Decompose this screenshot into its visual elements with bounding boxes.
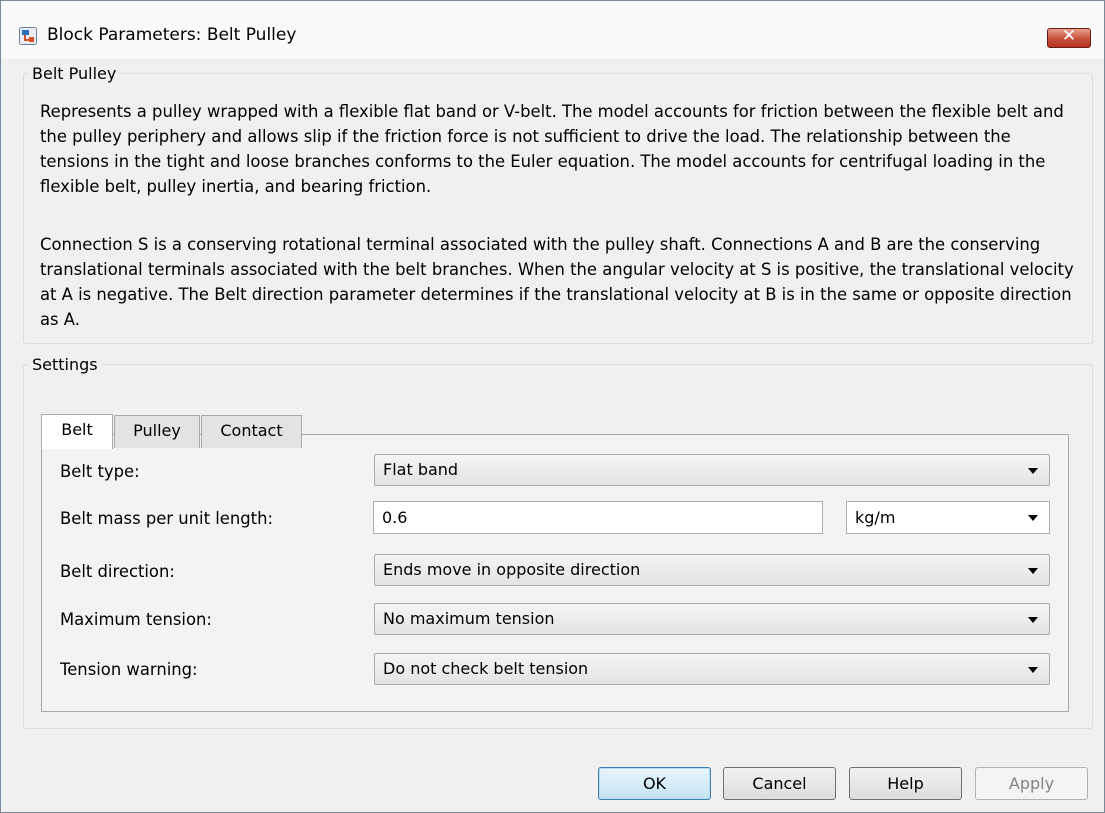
belt-mass-value: 0.6	[382, 508, 408, 527]
title-bar: Block Parameters: Belt Pulley ✕	[1, 1, 1104, 59]
tab-belt-label: Belt	[61, 420, 93, 439]
chevron-down-icon	[1028, 515, 1038, 521]
tension-warning-value: Do not check belt tension	[383, 659, 589, 678]
cancel-button[interactable]: Cancel	[723, 767, 836, 800]
max-tension-label: Maximum tension:	[60, 610, 212, 629]
chevron-down-icon	[1028, 468, 1038, 474]
belt-mass-unit-value: kg/m	[855, 508, 896, 527]
tab-pulley[interactable]: Pulley	[114, 415, 200, 448]
ok-button[interactable]: OK	[598, 767, 711, 800]
chevron-down-icon	[1028, 568, 1038, 574]
close-icon: ✕	[1061, 26, 1077, 46]
chevron-down-icon	[1028, 667, 1038, 673]
block-description-paragraph-2: Connection S is a conserving rotational …	[40, 235, 1074, 329]
max-tension-value: No maximum tension	[383, 609, 555, 628]
simulink-block-icon	[19, 27, 37, 45]
belt-direction-dropdown[interactable]: Ends move in opposite direction	[374, 554, 1050, 586]
belt-mass-label: Belt mass per unit length:	[60, 509, 273, 528]
block-description-paragraph-1: Represents a pulley wrapped with a flexi…	[40, 102, 1064, 196]
tension-warning-label: Tension warning:	[60, 660, 198, 679]
belt-direction-label: Belt direction:	[60, 562, 175, 581]
tab-pulley-label: Pulley	[133, 421, 181, 440]
settings-group-title: Settings	[32, 355, 98, 374]
window-title: Block Parameters: Belt Pulley	[47, 25, 297, 45]
belt-direction-value: Ends move in opposite direction	[383, 560, 641, 579]
chevron-down-icon	[1028, 617, 1038, 623]
belt-mass-unit-dropdown[interactable]: kg/m	[846, 501, 1050, 534]
tab-contact[interactable]: Contact	[201, 415, 302, 448]
block-parameters-dialog: Block Parameters: Belt Pulley ✕ Belt Pul…	[0, 0, 1105, 813]
max-tension-dropdown[interactable]: No maximum tension	[374, 603, 1050, 635]
help-button[interactable]: Help	[849, 767, 962, 800]
belt-mass-input[interactable]: 0.6	[373, 501, 823, 534]
belt-type-label: Belt type:	[60, 462, 140, 481]
tension-warning-dropdown[interactable]: Do not check belt tension	[374, 653, 1050, 685]
close-button[interactable]: ✕	[1047, 26, 1091, 48]
apply-button[interactable]: Apply	[975, 767, 1088, 800]
tab-belt[interactable]: Belt	[41, 414, 113, 449]
description-group-title: Belt Pulley	[32, 64, 117, 83]
belt-type-dropdown[interactable]: Flat band	[374, 454, 1050, 486]
belt-type-value: Flat band	[383, 460, 459, 479]
tab-contact-label: Contact	[220, 421, 283, 440]
